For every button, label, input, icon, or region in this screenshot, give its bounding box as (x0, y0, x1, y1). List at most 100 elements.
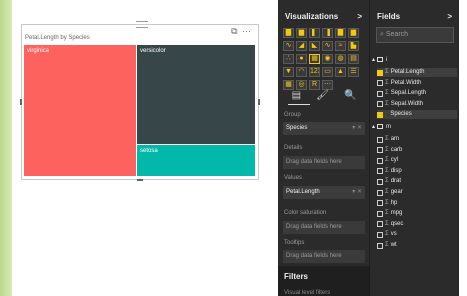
tooltips-well[interactable]: Drag data fields here (283, 250, 365, 263)
field-checkbox[interactable] (377, 136, 383, 143)
pie-icon[interactable]: ● (296, 54, 307, 64)
sigma-icon: Σ (385, 199, 389, 206)
treemap-tile-versicolor[interactable]: versicolor (137, 45, 255, 144)
field-row[interactable]: Σdisp (377, 167, 457, 176)
collapse-icon[interactable]: > (357, 12, 362, 21)
field-checkbox[interactable] (377, 242, 383, 249)
resize-handle-left[interactable] (20, 99, 22, 105)
resize-handle-bottom[interactable] (137, 179, 143, 181)
details-label: Details (284, 145, 303, 151)
field-row[interactable]: Σqsec (377, 220, 457, 229)
kpi-icon[interactable]: ▲ (335, 67, 346, 77)
drag-grip-icon[interactable] (136, 21, 148, 28)
well-controls-icon[interactable]: ▾ ✕ (352, 186, 362, 199)
group-well[interactable]: Species ▾ ✕ (283, 122, 365, 135)
resize-handle-right[interactable] (258, 99, 260, 105)
field-row[interactable]: Σcyl (377, 156, 457, 165)
treemap-icon[interactable]: ▦ (309, 54, 320, 64)
tile-label: virginica (27, 48, 50, 54)
r-script-icon[interactable]: R (309, 80, 320, 90)
field-row[interactable]: Σcarb (377, 146, 457, 155)
waterfall-icon[interactable]: ▙ (348, 41, 359, 51)
field-row[interactable]: Σdrat (377, 177, 457, 186)
card-icon[interactable]: 123 (309, 67, 320, 77)
line-chart-icon[interactable]: ∿ (283, 41, 294, 51)
column-chart-icon[interactable]: ▌ (309, 28, 320, 38)
field-row[interactable]: Σgear (377, 188, 457, 197)
slicer-icon[interactable]: ☰ (348, 67, 359, 77)
table-icon[interactable]: ▤ (348, 54, 359, 64)
tile-label: setosa (140, 148, 158, 154)
field-checkbox[interactable] (377, 210, 383, 217)
bar-chart-icon[interactable]: ▇ (283, 28, 294, 38)
filters-section: Filters Visual level filters (278, 266, 369, 296)
stacked-area-icon[interactable]: ◣ (309, 41, 320, 51)
clustered-column-icon[interactable]: ▆ (348, 28, 359, 38)
field-row[interactable]: Species (377, 110, 457, 120)
field-row[interactable]: Σhp (377, 199, 457, 208)
details-placeholder: Drag data fields here (286, 159, 342, 165)
area-chart-icon[interactable]: ◢ (296, 41, 307, 51)
analytics-tool-icon[interactable]: 🔍 (344, 90, 356, 101)
field-checkbox[interactable] (377, 200, 383, 207)
field-checkbox[interactable] (377, 69, 383, 76)
matrix-icon[interactable]: ▦ (283, 80, 294, 90)
funnel-icon[interactable]: ▼ (283, 67, 294, 77)
treemap-tile-setosa[interactable]: setosa (137, 145, 255, 176)
map-icon[interactable]: ◉ (322, 54, 333, 64)
field-row[interactable]: Σ Petal.Width (377, 79, 457, 88)
visual-header-icons[interactable]: ⧉ ⋯ (231, 26, 252, 37)
field-checkbox[interactable] (377, 80, 383, 87)
well-controls-icon[interactable]: ▾ ✕ (352, 122, 362, 135)
field-row[interactable]: Σ Sepal.Length (377, 89, 457, 98)
field-name: wt (390, 242, 397, 248)
format-tool-icon[interactable]: 🖌 (316, 90, 329, 101)
details-well[interactable]: Drag data fields here (283, 156, 365, 169)
field-checkbox[interactable] (377, 231, 383, 238)
group-value: Species (286, 125, 308, 131)
field-checkbox[interactable] (377, 189, 383, 196)
stacked-bar-icon[interactable]: ▆ (296, 28, 307, 38)
field-row[interactable]: Σ Petal.Length (377, 68, 457, 77)
field-row[interactable]: Σwt (377, 241, 457, 250)
color-saturation-well[interactable]: Drag data fields here (283, 221, 365, 234)
expand-chevron-icon[interactable]: ▴ (372, 56, 375, 63)
field-row[interactable]: Σam (377, 135, 457, 144)
field-checkbox[interactable] (377, 221, 383, 228)
multirow-card-icon[interactable]: ▭ (322, 67, 333, 77)
field-checkbox[interactable] (377, 168, 383, 175)
field-checkbox[interactable] (377, 178, 383, 185)
field-checkbox[interactable] (377, 157, 383, 164)
globe-icon[interactable]: ◎ (296, 80, 307, 90)
table-header[interactable]: ▴ m (372, 123, 391, 131)
expand-chevron-icon[interactable]: ▴ (372, 123, 375, 130)
clustered-bar-icon[interactable]: ▇ (335, 28, 346, 38)
field-checkbox[interactable] (377, 111, 383, 118)
field-row[interactable]: Σ Sepal.Width (377, 100, 457, 109)
table-header[interactable]: ▴ i (372, 56, 388, 64)
stacked-column-icon[interactable]: ▐ (322, 28, 333, 38)
visual-type-gallery: ▇▆▌▐▇▆∿◢◣∿≈▙∴●▦◉◍▤▼◠123▭▲☰▦◎R⋯ (283, 28, 359, 90)
line-column-icon[interactable]: ∿ (322, 41, 333, 51)
field-name: mpg (390, 210, 403, 217)
search-input[interactable]: ⌕ Search (376, 27, 454, 43)
table-name: i (386, 56, 388, 63)
scatter-icon[interactable]: ∴ (283, 54, 294, 64)
gauge-icon[interactable]: ◠ (296, 67, 307, 77)
filled-map-icon[interactable]: ◍ (335, 54, 346, 64)
field-row[interactable]: Σmpg (377, 209, 457, 218)
values-well[interactable]: Petal.Length ▾ ✕ (283, 186, 365, 199)
sigma-icon: Σ (385, 146, 389, 153)
treemap-tile-virginica[interactable]: virginica (24, 45, 136, 176)
ribbon-icon[interactable]: ≈ (335, 41, 346, 51)
fields-tool-icon[interactable]: ▤ (292, 90, 301, 101)
field-checkbox[interactable] (377, 147, 383, 154)
collapse-icon[interactable]: > (447, 12, 452, 21)
field-row[interactable]: Σvs (377, 230, 457, 239)
field-checkbox[interactable] (377, 101, 383, 108)
treemap-visual[interactable]: ⧉ ⋯ Petal.Length by Species virginica ve… (20, 21, 260, 181)
sigma-icon: Σ (385, 79, 389, 86)
more-icon[interactable]: ⋯ (322, 80, 333, 90)
field-checkbox[interactable] (377, 90, 383, 97)
sigma-icon: Σ (385, 157, 389, 164)
